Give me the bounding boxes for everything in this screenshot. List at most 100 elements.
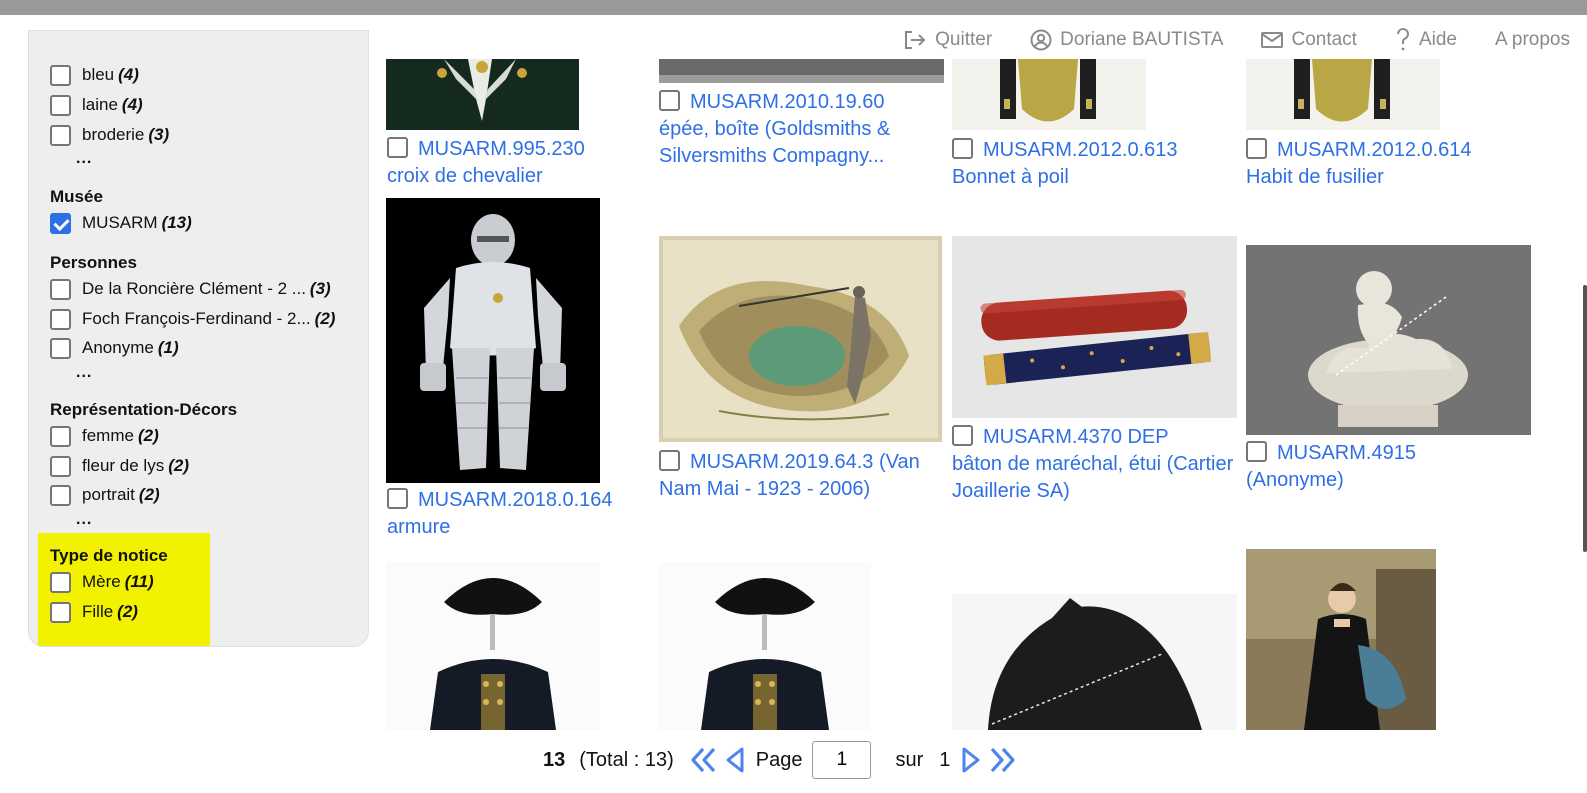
result-checkbox[interactable] xyxy=(659,450,680,471)
result-checkbox[interactable] xyxy=(952,138,973,159)
result-id-link[interactable]: MUSARM.2018.0.164 xyxy=(418,489,613,511)
first-page-button[interactable] xyxy=(688,745,718,775)
facet-item-person[interactable]: De la Roncière Clément - 2 ... (3) xyxy=(50,278,331,300)
thumb-uniforme[interactable] xyxy=(386,562,600,730)
facet-checkbox-checked[interactable] xyxy=(50,212,71,234)
of-label: sur xyxy=(895,748,924,771)
result-caption: MUSARM.2019.64.3 (Van Nam Mai - 1923 - 2… xyxy=(659,449,949,503)
result-id-link[interactable]: MUSARM.4370 DEP xyxy=(983,426,1169,448)
facet-label: laine xyxy=(82,95,118,114)
thumb-bonnet[interactable] xyxy=(952,59,1146,130)
facet-checkbox[interactable] xyxy=(50,601,71,623)
contact-label: Contact xyxy=(1291,29,1357,50)
thumb-dessin[interactable] xyxy=(659,236,942,442)
thumb-chapeau[interactable] xyxy=(952,594,1237,730)
thumb-baton[interactable] xyxy=(952,236,1237,418)
result-title-link[interactable]: croix de chevalier xyxy=(387,165,543,187)
total-pages: 1 xyxy=(939,748,951,771)
result-checkbox[interactable] xyxy=(387,488,408,509)
thumb-epee[interactable] xyxy=(659,59,944,83)
facet-checkbox[interactable] xyxy=(50,455,71,477)
facet-item-femme[interactable]: femme (2) xyxy=(50,425,159,447)
about-link[interactable]: A propos xyxy=(1495,29,1570,51)
result-caption: MUSARM.2012.0.614 Habit de fusilier xyxy=(1246,137,1536,191)
thumb-armure[interactable] xyxy=(386,198,600,483)
facet-more-link[interactable]: ... xyxy=(76,150,92,168)
result-checkbox[interactable] xyxy=(659,90,680,111)
facet-title-type: Type de notice xyxy=(50,546,168,565)
facet-checkbox[interactable] xyxy=(50,94,71,116)
result-title-link[interactable]: (Anonyme) xyxy=(1246,469,1344,491)
facet-count: (2) xyxy=(117,602,138,621)
facet-more-link[interactable]: ... xyxy=(76,364,92,382)
facet-item-fille[interactable]: Fille (2) xyxy=(50,601,138,623)
thumb-portrait[interactable] xyxy=(1246,549,1436,730)
last-page-button[interactable] xyxy=(988,745,1018,775)
facet-label: Fille xyxy=(82,602,114,621)
facet-checkbox[interactable] xyxy=(50,278,71,300)
facet-item-musarm[interactable]: MUSARM (13) xyxy=(50,212,192,234)
facet-item-laine[interactable]: laine (4) xyxy=(50,94,143,116)
double-chevron-right-icon xyxy=(991,747,1015,773)
thumb-uniforme[interactable] xyxy=(659,562,871,730)
result-id-link[interactable]: MUSARM.995.230 xyxy=(418,138,585,160)
quit-link[interactable]: Quitter xyxy=(903,29,992,51)
facet-item-person[interactable]: Foch François-Ferdinand - 2... (2) xyxy=(50,308,335,330)
next-page-button[interactable] xyxy=(960,745,982,775)
pagination: 13 (Total : 13) Page sur 1 xyxy=(543,741,1018,779)
result-id-link[interactable]: MUSARM.4915 xyxy=(1277,442,1416,464)
result-title-link[interactable]: épée, boîte (Goldsmiths & Silversmiths C… xyxy=(659,118,890,167)
facet-checkbox[interactable] xyxy=(50,425,71,447)
contact-link[interactable]: Contact xyxy=(1261,29,1357,51)
page-number-input[interactable] xyxy=(812,741,872,779)
facet-checkbox[interactable] xyxy=(50,124,71,146)
facet-label: Foch François-Ferdinand - 2... xyxy=(82,309,311,328)
facet-title-decors: Représentation-Décors xyxy=(50,400,238,419)
help-icon xyxy=(1396,28,1409,51)
vertical-scrollbar[interactable] xyxy=(1583,285,1587,552)
facet-label: broderie xyxy=(82,125,145,144)
result-title-link[interactable]: Bonnet à poil xyxy=(952,166,1069,188)
facet-more-link[interactable]: ... xyxy=(76,511,92,529)
help-link[interactable]: Aide xyxy=(1395,27,1457,53)
result-checkbox[interactable] xyxy=(1246,441,1267,462)
result-title-link[interactable]: Habit de fusilier xyxy=(1246,166,1384,188)
window-top-bar xyxy=(0,0,1587,15)
result-title-link[interactable]: bâton de maréchal, étui (Cartier Joaille… xyxy=(952,453,1233,502)
result-id-link[interactable]: MUSARM.2010.19.60 xyxy=(690,91,885,113)
result-caption: MUSARM.2018.0.164 armure xyxy=(387,487,647,541)
facet-checkbox[interactable] xyxy=(50,484,71,506)
facet-item-person[interactable]: Anonyme (1) xyxy=(50,337,179,359)
page-label: Page xyxy=(755,748,803,771)
result-id-link[interactable]: MUSARM.2012.0.613 xyxy=(983,139,1178,161)
user-link[interactable]: Doriane BAUTISTA xyxy=(1030,29,1223,51)
facet-checkbox[interactable] xyxy=(50,571,71,593)
result-checkbox[interactable] xyxy=(387,137,408,158)
result-checkbox[interactable] xyxy=(1246,138,1267,159)
result-id-link[interactable]: MUSARM.2012.0.614 xyxy=(1277,139,1472,161)
facet-title-personnes: Personnes xyxy=(50,253,137,272)
thumb-habit[interactable] xyxy=(1246,59,1440,130)
prev-page-button[interactable] xyxy=(724,745,746,775)
facet-label: fleur de lys xyxy=(82,456,165,475)
thumb-sculpture[interactable] xyxy=(1246,245,1531,435)
result-caption: MUSARM.2010.19.60 épée, boîte (Goldsmith… xyxy=(659,89,944,170)
facet-item-fleur-de-lys[interactable]: fleur de lys (2) xyxy=(50,455,189,477)
thumb-croix[interactable] xyxy=(386,59,579,130)
facet-count: (3) xyxy=(148,125,170,144)
facet-label: Anonyme xyxy=(82,338,154,357)
facet-checkbox[interactable] xyxy=(50,308,71,330)
user-icon xyxy=(1030,29,1052,51)
result-checkbox[interactable] xyxy=(952,425,973,446)
result-title-link[interactable]: armure xyxy=(387,516,450,538)
facet-item-bleu[interactable]: bleu (4) xyxy=(50,64,139,86)
facet-item-portrait[interactable]: portrait (2) xyxy=(50,484,160,506)
facet-label: portrait xyxy=(82,485,135,504)
result-id-link[interactable]: MUSARM.2019.64.3 xyxy=(690,451,873,473)
result-total: (Total : 13) xyxy=(579,748,674,771)
facet-checkbox[interactable] xyxy=(50,337,71,359)
facet-item-broderie[interactable]: broderie (3) xyxy=(50,124,169,146)
facet-item-mere[interactable]: Mère (11) xyxy=(50,571,154,593)
facet-label: MUSARM xyxy=(82,213,158,232)
facet-checkbox[interactable] xyxy=(50,64,71,86)
